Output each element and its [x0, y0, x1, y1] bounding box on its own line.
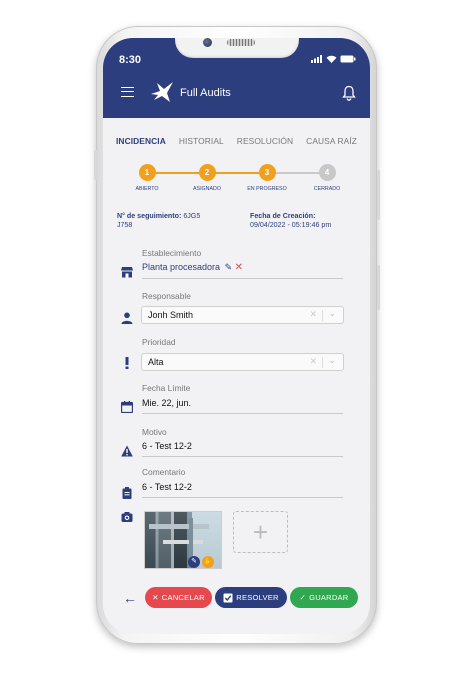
step-cerrado: 4 CERRADO [297, 164, 357, 192]
priority-label: Prioridad [142, 337, 176, 347]
attached-photo-thumbnail[interactable]: ✎ ✋ [144, 511, 222, 569]
tab-causa-raiz[interactable]: CAUSA RAÍZ [306, 136, 357, 146]
responsible-label: Responsable [142, 291, 191, 301]
save-label: GUARDAR [309, 593, 349, 602]
comment-value[interactable]: 6 - Test 12-2 [142, 482, 192, 492]
establishment-text: Planta procesadora [142, 262, 221, 272]
back-arrow-icon[interactable]: ← [123, 590, 137, 606]
signal-icon [311, 55, 322, 63]
tab-historial[interactable]: HISTORIAL [179, 136, 224, 146]
camera-icon [121, 512, 133, 522]
tab-resolucion[interactable]: RESOLUCIÓN [237, 136, 293, 146]
camera-icon [203, 38, 212, 47]
establishment-value[interactable]: Planta procesadora ✎ ✕ [142, 262, 243, 273]
cancel-label: CANCELAR [161, 593, 205, 602]
status-time: 8:30 [119, 54, 142, 66]
creation-date-value: 09/04/2022 - 05:19:46 pm [250, 221, 332, 229]
resolve-label: RESOLVER [236, 593, 279, 602]
step-asignado: 2 ASIGNADO [177, 164, 237, 192]
edit-photo-icon[interactable]: ✎ [188, 556, 200, 568]
chevron-down-icon[interactable]: ⌄ [328, 308, 336, 319]
step-number: 4 [318, 164, 336, 181]
creation-date-label: Fecha de Creación: [250, 212, 316, 220]
step-abierto: 1 ABIERTO [117, 164, 177, 192]
bird-logo-icon [151, 82, 173, 102]
exclamation-icon [125, 357, 129, 369]
reason-label: Motivo [142, 427, 167, 437]
save-button[interactable]: ✓ GUARDAR [290, 587, 358, 608]
clear-icon[interactable]: ✕ [309, 309, 317, 320]
priority-select[interactable]: Alta ✕ ⌄ [141, 353, 344, 371]
progress-stepper: 1 ABIERTO 2 ASIGNADO 3 EN PROGRESO 4 CER… [123, 164, 351, 200]
field-underline [142, 456, 343, 457]
phone-side-button [377, 170, 380, 220]
app-header: 8:30 Full Audits [103, 38, 370, 118]
field-underline [142, 413, 343, 414]
clipboard-icon [122, 487, 132, 499]
phone-screen: 8:30 Full Audits INCIDENCIA HISTORIAL RE… [103, 38, 370, 634]
deadline-value[interactable]: Mie. 22, jun. [142, 398, 191, 408]
edit-pencil-icon[interactable]: ✎ [225, 262, 233, 272]
app-title: Full Audits [180, 87, 231, 99]
priority-value: Alta [148, 357, 164, 367]
photo-detail [163, 540, 203, 544]
establishment-label: Establecimiento [142, 248, 202, 258]
store-icon [121, 267, 133, 278]
close-icon: ✕ [152, 593, 159, 602]
remove-x-icon[interactable]: ✕ [235, 262, 243, 273]
step-label: ABIERTO [135, 186, 159, 192]
add-photo-button[interactable]: + [233, 511, 288, 553]
tracking-number-value-cont: J758 [117, 221, 133, 229]
step-label: CERRADO [313, 186, 341, 192]
menu-icon[interactable] [121, 87, 134, 97]
step-number: 1 [138, 164, 156, 181]
tab-incidencia[interactable]: INCIDENCIA [116, 136, 166, 146]
field-underline [142, 497, 343, 498]
tab-bar: INCIDENCIA HISTORIAL RESOLUCIÓN CAUSA RA… [103, 136, 370, 146]
checkbox-icon [223, 593, 233, 602]
step-en-progreso: 3 EN PROGRESO [237, 164, 297, 192]
cancel-button[interactable]: ✕ CANCELAR [145, 587, 212, 608]
photo-annotate-icon[interactable]: ✋ [202, 556, 214, 568]
step-number: 3 [258, 164, 276, 181]
responsible-select[interactable]: Jonh Smith ✕ ⌄ [141, 306, 344, 324]
check-icon: ✓ [299, 593, 307, 602]
field-underline [142, 278, 343, 279]
comment-label: Comentario [142, 467, 186, 477]
creation-date: Fecha de Creación: 09/04/2022 - 05:19:46… [250, 212, 331, 230]
phone-side-button [377, 265, 380, 310]
responsible-value: Jonh Smith [148, 310, 194, 320]
resolve-button[interactable]: RESOLVER [215, 587, 287, 608]
select-separator [322, 357, 323, 368]
step-label: EN PROGRESO [247, 186, 287, 192]
deadline-label: Fecha Límite [142, 383, 191, 393]
bell-icon[interactable] [342, 85, 356, 101]
phone-side-button [94, 150, 97, 180]
tracking-number-label: N° de seguimiento: [117, 212, 182, 220]
warning-icon [121, 445, 133, 457]
step-number: 2 [198, 164, 216, 181]
wifi-icon [326, 55, 337, 63]
chevron-down-icon[interactable]: ⌄ [328, 355, 336, 366]
tracking-number-value: 6JG5 [183, 212, 201, 220]
step-label: ASIGNADO [193, 186, 221, 192]
person-icon [121, 312, 133, 324]
status-icons [311, 55, 356, 63]
clear-icon[interactable]: ✕ [309, 356, 317, 367]
reason-value[interactable]: 6 - Test 12-2 [142, 441, 192, 451]
battery-icon [340, 55, 356, 63]
speaker-grille [227, 39, 255, 46]
photo-detail [149, 524, 209, 529]
tracking-number: N° de seguimiento: 6JG5 J758 [117, 212, 200, 230]
calendar-icon [121, 401, 133, 413]
phone-notch [175, 38, 299, 58]
select-separator [322, 310, 323, 321]
